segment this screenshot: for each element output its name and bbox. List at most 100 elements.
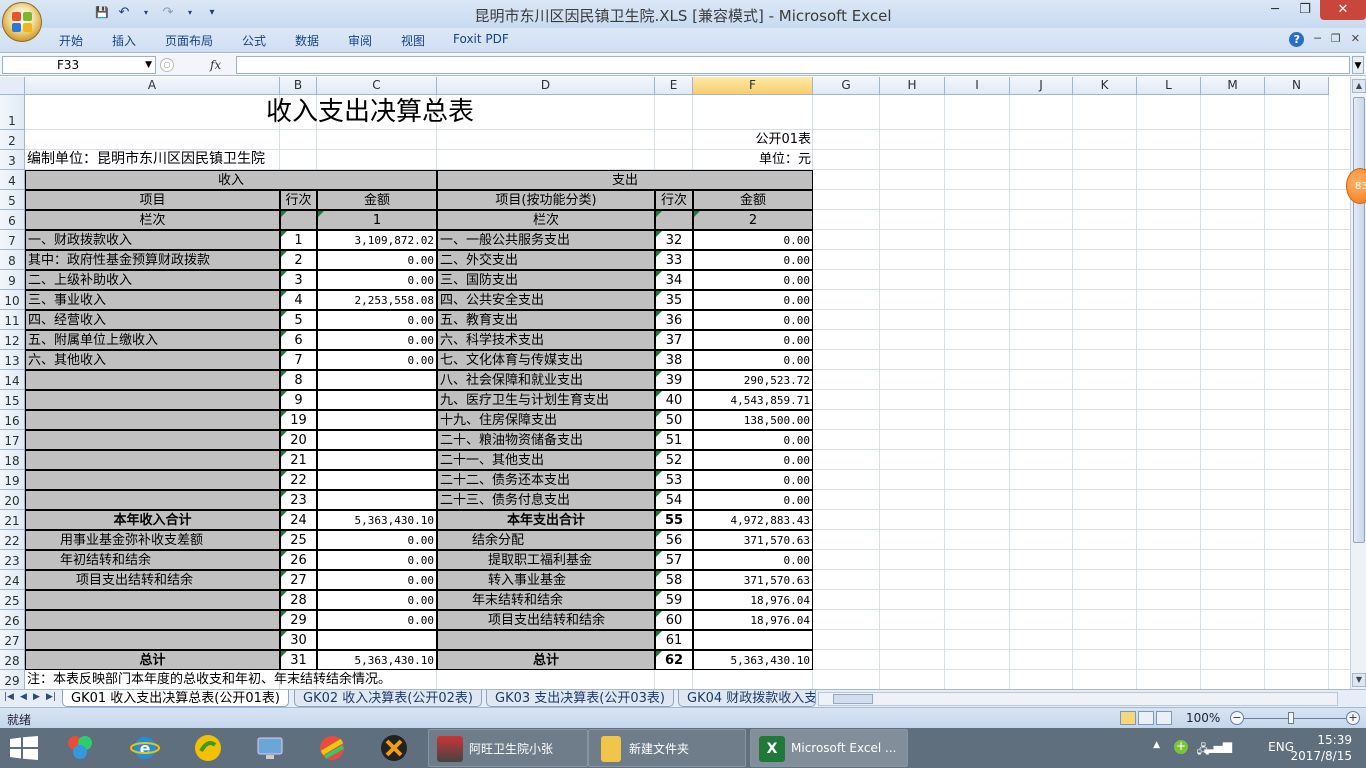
row-header-22[interactable]: 22 — [0, 530, 25, 550]
row-header-17[interactable]: 17 — [0, 430, 25, 450]
income-line-no[interactable]: 22 — [280, 470, 317, 490]
zoom-slider[interactable]: − + — [1230, 711, 1360, 725]
show-hidden-icons-icon[interactable]: ▲ — [1153, 740, 1160, 750]
expense-line-no[interactable]: 61 — [655, 630, 693, 650]
income-line-no[interactable]: 28 — [280, 590, 317, 610]
income-line-no[interactable]: 29 — [280, 610, 317, 630]
income-line-no[interactable]: 1 — [280, 230, 317, 250]
column-header-n[interactable]: N — [1265, 77, 1329, 95]
row-header-29[interactable]: 29 — [0, 670, 25, 689]
column-header-c[interactable]: C — [317, 77, 437, 95]
internet-explorer-icon[interactable]: e — [125, 732, 165, 764]
scroll-up-icon[interactable]: ▲ — [1352, 79, 1366, 93]
expense-line-no[interactable]: 38 — [655, 350, 693, 370]
app-ball-icon[interactable] — [312, 732, 352, 764]
next-sheet-icon[interactable]: ▶ — [33, 692, 40, 702]
page-break-view-icon[interactable] — [1156, 711, 1172, 725]
row-header-19[interactable]: 19 — [0, 470, 25, 490]
expense-item[interactable]: 结余分配 — [437, 530, 655, 550]
expense-item[interactable]: 三、国防支出 — [437, 270, 655, 290]
header-item[interactable]: 项目 — [25, 190, 280, 210]
income-amount[interactable] — [317, 490, 437, 510]
column-header-e[interactable]: E — [655, 77, 693, 95]
help-icon[interactable]: ? — [1289, 32, 1305, 47]
row-header-16[interactable]: 16 — [0, 410, 25, 430]
expense-amount[interactable]: 290,523.72 — [693, 370, 813, 390]
expense-amount[interactable]: 0.00 — [693, 490, 813, 510]
redo-dropdown-icon[interactable]: ▾ — [182, 5, 198, 21]
expense-line-no[interactable]: 59 — [655, 590, 693, 610]
app-x-icon[interactable] — [374, 732, 414, 764]
lanci-blank-2[interactable] — [655, 210, 693, 230]
app-yellow-icon[interactable] — [188, 732, 228, 764]
expense-item[interactable]: 一、一般公共服务支出 — [437, 230, 655, 250]
income-item[interactable]: 总计 — [25, 650, 280, 670]
income-item[interactable] — [25, 610, 280, 630]
income-item[interactable]: 其中：政府性基金预算财政拨款 — [25, 250, 280, 270]
column-header-a[interactable]: A — [25, 77, 280, 95]
row-header-2[interactable]: 2 — [0, 130, 25, 150]
insert-function-button[interactable]: fx — [210, 58, 221, 72]
expense-item[interactable]: 十九、住房保障支出 — [437, 410, 655, 430]
income-line-no[interactable]: 6 — [280, 330, 317, 350]
income-line-no[interactable]: 23 — [280, 490, 317, 510]
expense-amount[interactable]: 18,976.04 — [693, 610, 813, 630]
ribbon-restore-button[interactable]: ❐ — [1331, 32, 1341, 47]
expense-item[interactable]: 二十二、债务还本支出 — [437, 470, 655, 490]
income-line-no[interactable]: 8 — [280, 370, 317, 390]
scroll-down-icon[interactable]: ▼ — [1352, 673, 1366, 687]
customize-qat-icon[interactable]: ▾ — [204, 5, 220, 21]
signal-icon[interactable]: ▂▄▆ — [1204, 739, 1232, 753]
income-amount[interactable]: 5,363,430.10 — [317, 650, 437, 670]
expense-amount[interactable]: 0.00 — [693, 270, 813, 290]
expense-item[interactable]: 八、社会保障和就业支出 — [437, 370, 655, 390]
unit-label[interactable]: 单位：元 — [693, 150, 813, 170]
tab-data[interactable]: 数据 — [295, 32, 319, 49]
row-header-24[interactable]: 24 — [0, 570, 25, 590]
row-header-14[interactable]: 14 — [0, 370, 25, 390]
income-item[interactable]: 用事业基金弥补收支差额 — [25, 530, 280, 550]
expense-line-no[interactable]: 57 — [655, 550, 693, 570]
row-header-10[interactable]: 10 — [0, 290, 25, 310]
restore-button[interactable]: ❐ — [1290, 0, 1320, 20]
income-amount[interactable]: 0.00 — [317, 590, 437, 610]
income-item[interactable]: 年初结转和结余 — [25, 550, 280, 570]
sheet-tab-gk03[interactable]: GK03 支出决算表(公开03表) — [486, 690, 674, 707]
row-header-25[interactable]: 25 — [0, 590, 25, 610]
horizontal-scrollbar[interactable] — [818, 692, 1338, 706]
expense-line-no[interactable]: 50 — [655, 410, 693, 430]
header-line[interactable]: 行次 — [280, 190, 317, 210]
save-icon[interactable]: 💾 — [94, 5, 110, 21]
income-line-no[interactable]: 3 — [280, 270, 317, 290]
expense-amount[interactable]: 0.00 — [693, 290, 813, 310]
app-colorful-icon[interactable] — [60, 732, 100, 764]
redo-icon[interactable]: ↷ — [160, 5, 176, 21]
row-header-26[interactable]: 26 — [0, 610, 25, 630]
expense-amount[interactable]: 0.00 — [693, 330, 813, 350]
expense-line-no[interactable]: 58 — [655, 570, 693, 590]
header-line-2[interactable]: 行次 — [655, 190, 693, 210]
first-sheet-icon[interactable]: |◀ — [4, 692, 14, 702]
expense-line-no[interactable]: 56 — [655, 530, 693, 550]
tab-view[interactable]: 视图 — [401, 32, 425, 49]
row-header-9[interactable]: 9 — [0, 270, 25, 290]
row-header-7[interactable]: 7 — [0, 230, 25, 250]
row-header-5[interactable]: 5 — [0, 190, 25, 210]
notification-badge[interactable]: 83 — [1346, 168, 1366, 204]
expense-amount[interactable]: 371,570.63 — [693, 530, 813, 550]
zoom-level[interactable]: 100% — [1186, 711, 1220, 725]
income-amount[interactable] — [317, 410, 437, 430]
expense-line-no[interactable]: 62 — [655, 650, 693, 670]
lanci-label-2[interactable]: 栏次 — [437, 210, 655, 230]
zoom-out-icon[interactable]: − — [1230, 711, 1244, 725]
close-button[interactable]: ✕ — [1320, 0, 1366, 20]
normal-view-icon[interactable] — [1120, 711, 1136, 725]
sheet-title[interactable]: 收入支出决算总表 — [25, 95, 715, 130]
row-header-13[interactable]: 13 — [0, 350, 25, 370]
windows-start-icon[interactable] — [10, 736, 38, 760]
income-amount[interactable] — [317, 450, 437, 470]
horizontal-scroll-thumb[interactable] — [833, 694, 873, 704]
expense-item[interactable]: 二十一、其他支出 — [437, 450, 655, 470]
expense-line-no[interactable]: 60 — [655, 610, 693, 630]
tray-plus-icon[interactable]: + — [1174, 740, 1188, 754]
